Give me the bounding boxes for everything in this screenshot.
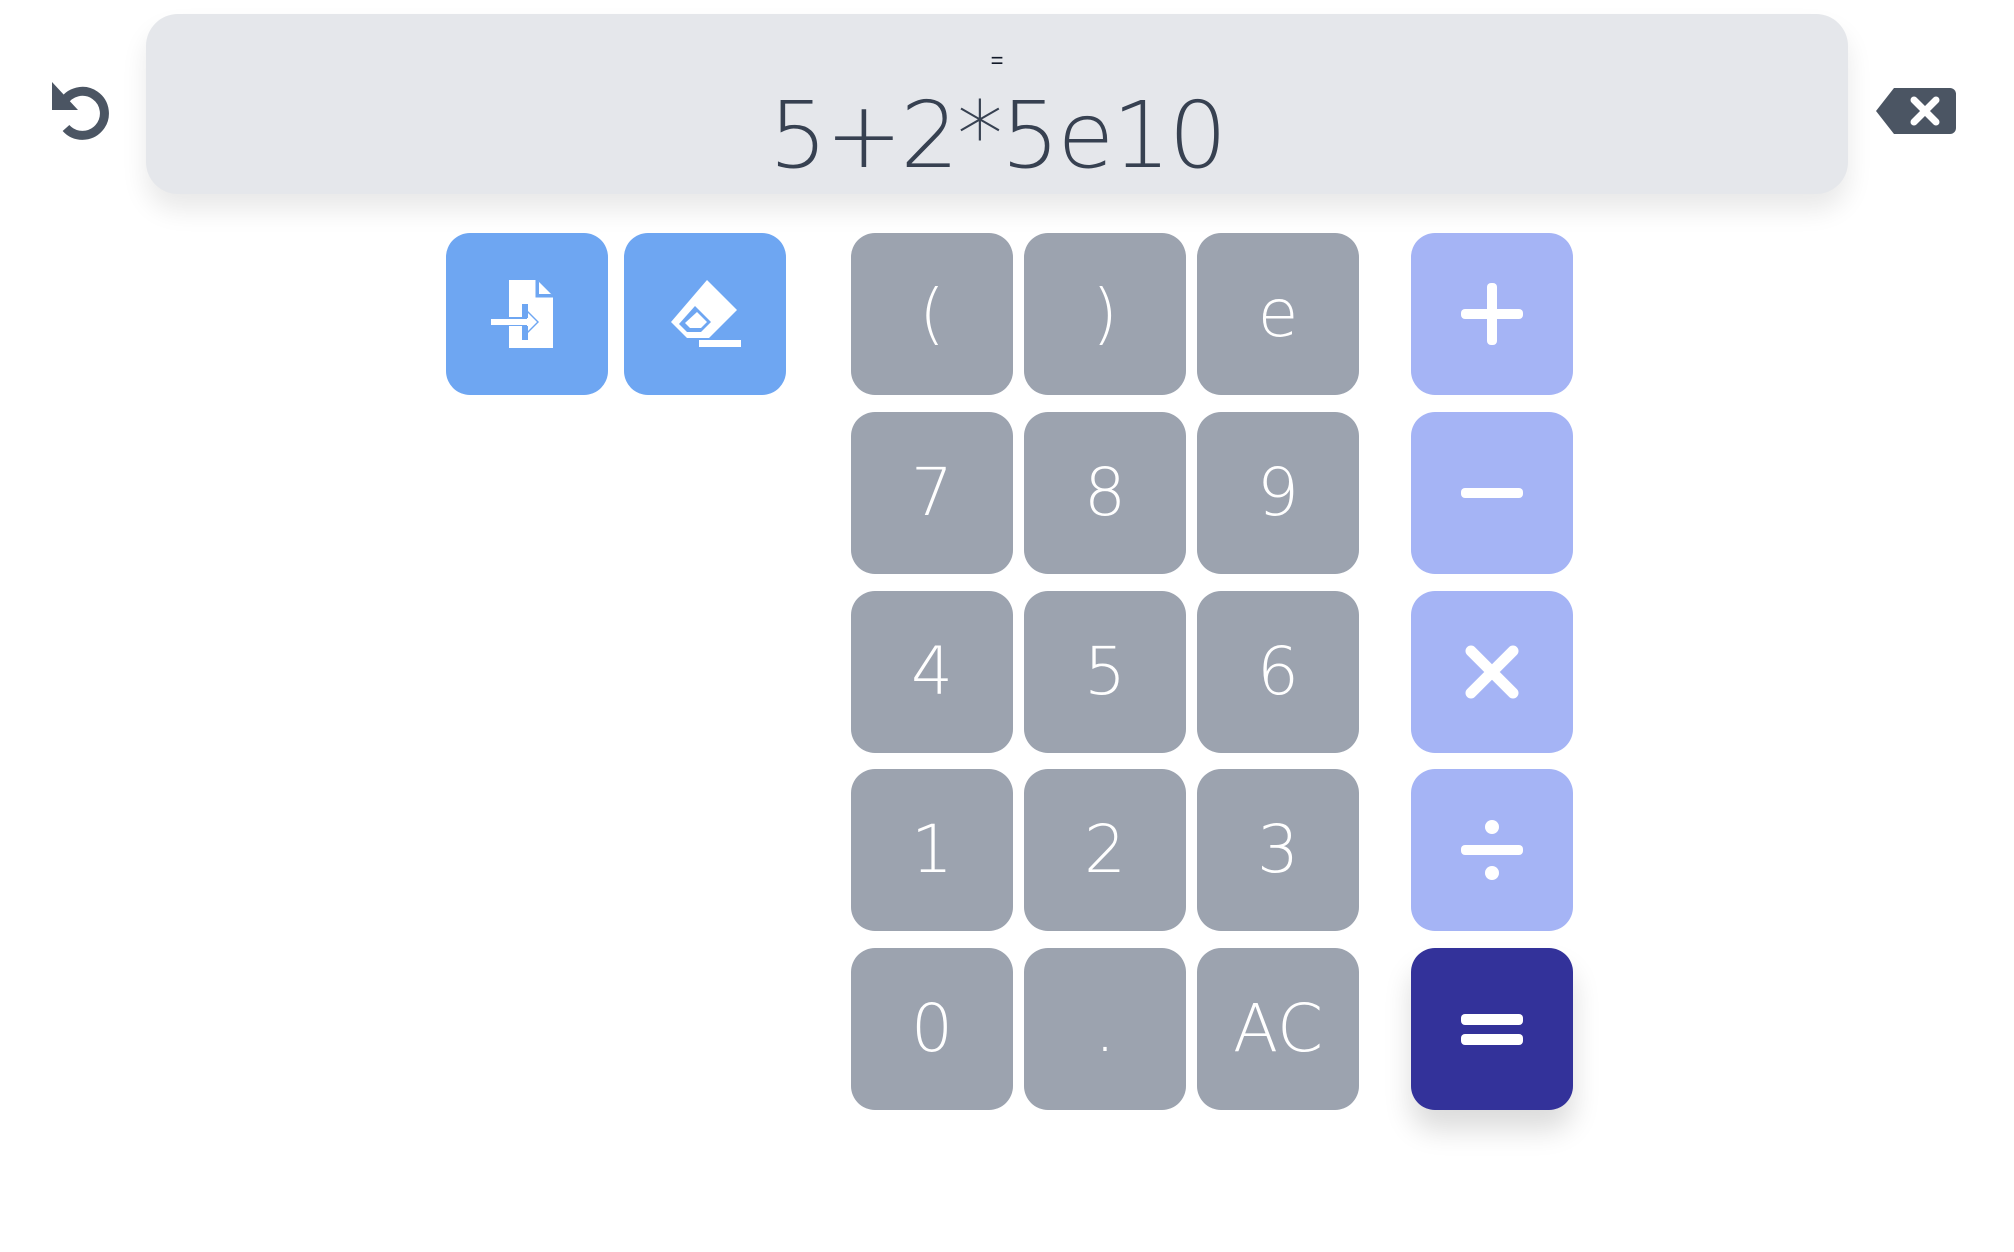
backspace-button[interactable] <box>1868 76 1964 146</box>
key-label: e <box>1257 275 1299 352</box>
eraser-button[interactable] <box>624 233 786 395</box>
key-8[interactable]: 8 <box>1024 412 1186 574</box>
key-label: 2 <box>1084 811 1126 888</box>
undo-arrow-icon <box>52 82 109 140</box>
key-clear-all[interactable]: AC <box>1197 948 1359 1110</box>
plus-icon <box>1461 283 1523 345</box>
key-label: 1 <box>911 811 953 888</box>
add-button[interactable] <box>1411 233 1573 395</box>
subtract-button[interactable] <box>1411 412 1573 574</box>
key-5[interactable]: 5 <box>1024 591 1186 753</box>
key-label: ( <box>919 275 945 352</box>
divide-icon <box>1461 820 1523 880</box>
insert-button[interactable] <box>446 233 608 395</box>
key-label: . <box>1094 990 1116 1067</box>
minus-icon <box>1461 488 1523 498</box>
key-3[interactable]: 3 <box>1197 769 1359 931</box>
key-label: AC <box>1232 990 1324 1067</box>
key-1[interactable]: 1 <box>851 769 1013 931</box>
key-label: 5 <box>1084 633 1126 710</box>
key-e[interactable]: e <box>1197 233 1359 395</box>
key-label: ) <box>1092 275 1118 352</box>
key-paren-open[interactable]: ( <box>851 233 1013 395</box>
key-0[interactable]: 0 <box>851 948 1013 1110</box>
key-label: 3 <box>1257 811 1299 888</box>
equals-icon <box>1461 1014 1523 1045</box>
multiply-button[interactable] <box>1411 591 1573 753</box>
key-label: 6 <box>1257 633 1299 710</box>
divide-button[interactable] <box>1411 769 1573 931</box>
key-2[interactable]: 2 <box>1024 769 1186 931</box>
calculator-page: = 5+2*5e10 ( ) e 7 8 9 4 5 6 1 2 3 0 . A… <box>0 0 2014 1252</box>
backspace-x-icon <box>1876 88 1956 134</box>
key-4[interactable]: 4 <box>851 591 1013 753</box>
key-7[interactable]: 7 <box>851 412 1013 574</box>
expression-display: = 5+2*5e10 <box>146 14 1848 194</box>
key-label: 0 <box>911 990 953 1067</box>
key-9[interactable]: 9 <box>1197 412 1359 574</box>
file-import-icon <box>489 280 553 348</box>
undo-button[interactable] <box>40 70 122 152</box>
eraser-icon <box>671 280 741 347</box>
times-icon <box>1465 645 1519 699</box>
key-label: 9 <box>1257 454 1299 531</box>
key-paren-close[interactable]: ) <box>1024 233 1186 395</box>
key-label: 4 <box>911 633 953 710</box>
key-label: 8 <box>1084 454 1126 531</box>
key-decimal[interactable]: . <box>1024 948 1186 1110</box>
equals-button[interactable] <box>1411 948 1573 1110</box>
result-hint: = <box>990 48 1004 73</box>
key-label: 7 <box>911 454 953 531</box>
expression-text: 5+2*5e10 <box>768 82 1227 189</box>
key-6[interactable]: 6 <box>1197 591 1359 753</box>
